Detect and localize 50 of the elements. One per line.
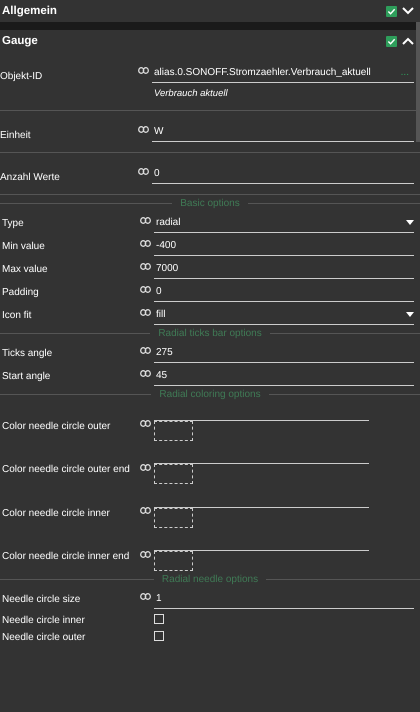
field-label: Ticks angle	[2, 346, 54, 360]
group-heading: Basic options	[179, 197, 241, 210]
collapse-toggle-icon[interactable]	[402, 7, 414, 15]
color-swatch[interactable]	[154, 508, 193, 528]
field-label: Needle circle inner	[2, 614, 86, 627]
collapse-toggle-icon[interactable]	[402, 37, 414, 45]
color-swatch[interactable]	[154, 551, 193, 572]
field-label: Needle circle outer	[2, 631, 86, 644]
field-label: Anzahl Werte	[0, 171, 61, 184]
group-heading: Radial ticks bar options	[157, 327, 263, 340]
section-title: Gauge	[2, 34, 39, 48]
section-title: Allgemein	[2, 4, 58, 18]
input-field[interactable]: 0	[154, 283, 414, 302]
input-field[interactable]: 7000	[154, 260, 414, 280]
field-label: Type	[2, 216, 25, 230]
checkbox[interactable]	[154, 614, 164, 624]
link-icon[interactable]	[138, 64, 152, 77]
select-field[interactable]: radial	[154, 214, 414, 234]
field-label: Color needle circle inner end	[2, 550, 130, 564]
field-label: Color needle circle outer end	[2, 463, 131, 476]
color-swatch[interactable]	[154, 420, 193, 441]
field-label: Min value	[2, 240, 46, 253]
input-field[interactable]: 275	[154, 344, 414, 364]
field-label: Einheit	[0, 129, 32, 142]
input-field[interactable]: 45	[154, 367, 414, 386]
scrollbar[interactable]	[416, 22, 420, 142]
input-field[interactable]: alias.0.SONOFF.Stromzaehler.Verbrauch_aktuell ...	[152, 64, 414, 83]
checkbox[interactable]	[154, 631, 164, 642]
field-label: Max value	[2, 262, 49, 276]
dropdown-caret-icon	[406, 312, 414, 318]
input-field[interactable]: -400	[154, 237, 414, 256]
browse-button[interactable]: ...	[396, 66, 414, 79]
field-label: Start angle	[2, 370, 52, 383]
field-label: Color needle circle outer	[2, 420, 112, 433]
select-field[interactable]: fill	[154, 306, 414, 326]
group-heading: Radial coloring options	[158, 388, 262, 402]
group-heading: Radial needle options	[160, 573, 260, 586]
input-field[interactable]: 0	[152, 165, 414, 184]
input-field[interactable]: 1	[154, 590, 414, 610]
dropdown-caret-icon	[406, 220, 414, 226]
color-swatch[interactable]	[154, 464, 193, 484]
enable-checkbox[interactable]	[386, 36, 397, 46]
input-field[interactable]: W	[152, 123, 414, 142]
enable-checkbox[interactable]	[386, 6, 397, 16]
field-label: Objekt-ID	[0, 70, 44, 83]
field-label: Padding	[2, 286, 40, 299]
field-label: Color needle circle inner	[2, 506, 111, 520]
field-label: Needle circle size	[2, 592, 82, 606]
field-hint: Verbrauch aktuell	[153, 87, 229, 100]
field-label: Icon fit	[2, 308, 32, 322]
